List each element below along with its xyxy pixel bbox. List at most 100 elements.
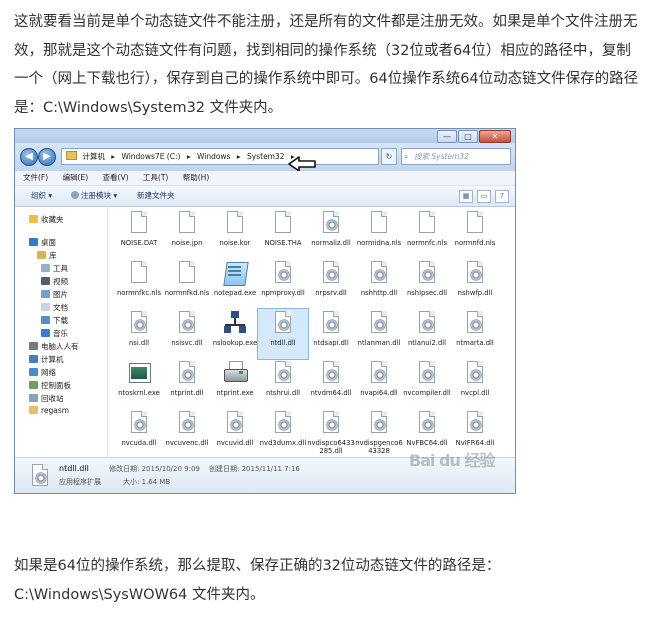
file-item[interactable]: normnfkd.nls <box>162 259 212 309</box>
file-item[interactable]: nvdispgenco643328 <box>354 409 404 457</box>
breadcrumb-separator[interactable]: ▸ <box>237 152 241 161</box>
file-item[interactable]: npmproxy.dll <box>258 259 308 309</box>
file-item[interactable]: nvcompiler.dll <box>402 359 452 409</box>
file-item[interactable]: nslookup.exe <box>210 309 260 359</box>
maximize-button[interactable]: □ <box>458 130 478 143</box>
file-item[interactable]: ntlanui2.dll <box>402 309 452 359</box>
file-name: nshwfp.dll <box>457 289 493 297</box>
printer-icon <box>224 361 248 387</box>
close-button[interactable]: ✕ <box>479 130 511 143</box>
sidebar-item-icon <box>29 368 38 376</box>
sidebar-item[interactable]: 回收站 <box>29 393 64 404</box>
back-button[interactable]: ◀ <box>20 148 38 166</box>
change-view-icon[interactable]: ▦ <box>459 190 473 203</box>
sidebar-item[interactable]: 计算机 <box>29 354 64 365</box>
sidebar-item[interactable]: 网络 <box>29 367 56 378</box>
menu-view[interactable]: 查看(V) <box>103 173 129 182</box>
file-item[interactable]: normaliz.dll <box>306 209 356 259</box>
minimize-button[interactable]: — <box>437 130 457 143</box>
article-paragraph-2: 如果是64位的操作系统，那么提取、保存正确的32位动态链文件的路径是：C:\Wi… <box>14 558 501 603</box>
dll-file-icon <box>368 411 390 437</box>
file-item[interactable]: ntprint.dll <box>162 359 212 409</box>
breadcrumb-windows[interactable]: Windows <box>197 152 230 161</box>
detail-file-type: 应用程序扩展 <box>59 478 101 486</box>
organize-button[interactable]: 组织 ▾ <box>31 186 52 206</box>
file-item[interactable]: ntprint.exe <box>210 359 260 409</box>
sidebar-item[interactable]: 下载 <box>41 315 68 326</box>
menu-tools[interactable]: 工具(T) <box>143 173 168 182</box>
file-item[interactable]: nshipsec.dll <box>402 259 452 309</box>
dll-file-icon <box>368 261 390 287</box>
file-item[interactable]: ntshrui.dll <box>258 359 308 409</box>
file-item[interactable]: nvcuda.dll <box>114 409 164 457</box>
sidebar-item[interactable]: 文档 <box>41 302 68 313</box>
breadcrumb-system32[interactable]: System32 <box>247 152 285 161</box>
file-item[interactable]: normnfc.nls <box>402 209 452 259</box>
file-item[interactable]: nshwfp.dll <box>450 259 500 309</box>
file-item[interactable]: nvcpl.dll <box>450 359 500 409</box>
file-name: nvcuvid.dll <box>216 439 254 447</box>
file-item[interactable]: ntmarta.dll <box>450 309 500 359</box>
file-item[interactable]: nvdispco6433285.dll <box>306 409 356 457</box>
sidebar-item[interactable]: regasm <box>29 406 69 415</box>
file-item[interactable]: nsi.dll <box>114 309 164 359</box>
file-item[interactable]: ntdll.dll <box>257 308 309 360</box>
sidebar-item[interactable]: 收藏夹 <box>29 214 64 225</box>
sidebar-item[interactable]: 音乐 <box>41 328 68 339</box>
breadcrumb-drive[interactable]: Windows7E (C:) <box>121 152 180 161</box>
menu-edit[interactable]: 编辑(E) <box>63 173 89 182</box>
file-item[interactable]: normidna.nls <box>354 209 404 259</box>
register-module-button[interactable]: 注册模块 ▾ <box>71 186 117 206</box>
file-item[interactable]: ntoskrnl.exe <box>114 359 164 409</box>
file-item[interactable]: nvcuvid.dll <box>210 409 260 457</box>
sidebar-item[interactable]: 库 <box>37 250 57 261</box>
help-icon[interactable]: ? <box>495 190 509 203</box>
file-item[interactable]: nshhttp.dll <box>354 259 404 309</box>
breadcrumb-separator[interactable]: ▸ <box>187 152 191 161</box>
menu-file[interactable]: 文件(F) <box>23 173 48 182</box>
sidebar-item[interactable]: 工具 <box>41 263 68 274</box>
new-folder-button[interactable]: 新建文件夹 <box>137 186 175 206</box>
file-item[interactable]: noise.jpn <box>162 209 212 259</box>
file-item[interactable]: NOISE.DAT <box>114 209 164 259</box>
file-item[interactable]: nrpsrv.dll <box>306 259 356 309</box>
file-icon <box>272 211 294 237</box>
file-item[interactable]: noise.kor <box>210 209 260 259</box>
preview-pane-icon[interactable]: ▭ <box>477 190 491 203</box>
file-item[interactable]: nsisvc.dll <box>162 309 212 359</box>
file-name: notepad.exe <box>213 289 257 297</box>
file-name: ntlanui2.dll <box>407 339 447 347</box>
sidebar-item-icon <box>41 277 50 285</box>
file-item[interactable]: ntvdm64.dll <box>306 359 356 409</box>
sidebar-item[interactable]: 电脑人人有 <box>29 341 79 352</box>
file-list: NOISE.DAT noise.jpn noise.kor NOISE.THA norm… <box>108 207 515 457</box>
sidebar-item-label: 控制面板 <box>41 381 71 390</box>
file-item[interactable]: notepad.exe <box>210 259 260 309</box>
file-item[interactable]: NOISE.THA <box>258 209 308 259</box>
refresh-button[interactable]: ↻ <box>381 148 397 165</box>
menu-help[interactable]: 帮助(H) <box>183 173 210 182</box>
file-item[interactable]: ntdsapi.dll <box>306 309 356 359</box>
sidebar-item-icon <box>41 264 50 272</box>
file-name: ntshrui.dll <box>265 389 301 397</box>
file-item[interactable]: nvd3dumx.dll <box>258 409 308 457</box>
forward-button[interactable]: ▶ <box>38 148 56 166</box>
sidebar-item[interactable]: 桌面 <box>29 237 56 248</box>
file-item[interactable]: ntlanman.dll <box>354 309 404 359</box>
address-bar[interactable]: 计算机 ▸ Windows7E (C:) ▸ Windows ▸ System3… <box>61 148 379 165</box>
sidebar-item-label: 计算机 <box>41 355 64 364</box>
sidebar-item[interactable]: 控制面板 <box>29 380 71 391</box>
search-input[interactable]: ⌕ 搜索 System32 <box>401 148 511 165</box>
sidebar-item[interactable]: 视频 <box>41 276 68 287</box>
file-item[interactable]: nvcuvenc.dll <box>162 409 212 457</box>
file-icon <box>176 211 198 237</box>
file-name: ntmarta.dll <box>456 339 494 347</box>
sidebar-item[interactable]: 图片 <box>41 289 68 300</box>
file-icon <box>416 211 438 237</box>
file-item[interactable]: nvapi64.dll <box>354 359 404 409</box>
file-item[interactable]: normnfkc.nls <box>114 259 164 309</box>
breadcrumb-computer[interactable]: 计算机 <box>82 152 105 161</box>
dll-file-icon <box>128 311 150 337</box>
file-item[interactable]: normnfd.nls <box>450 209 500 259</box>
breadcrumb-separator[interactable]: ▸ <box>111 152 115 161</box>
